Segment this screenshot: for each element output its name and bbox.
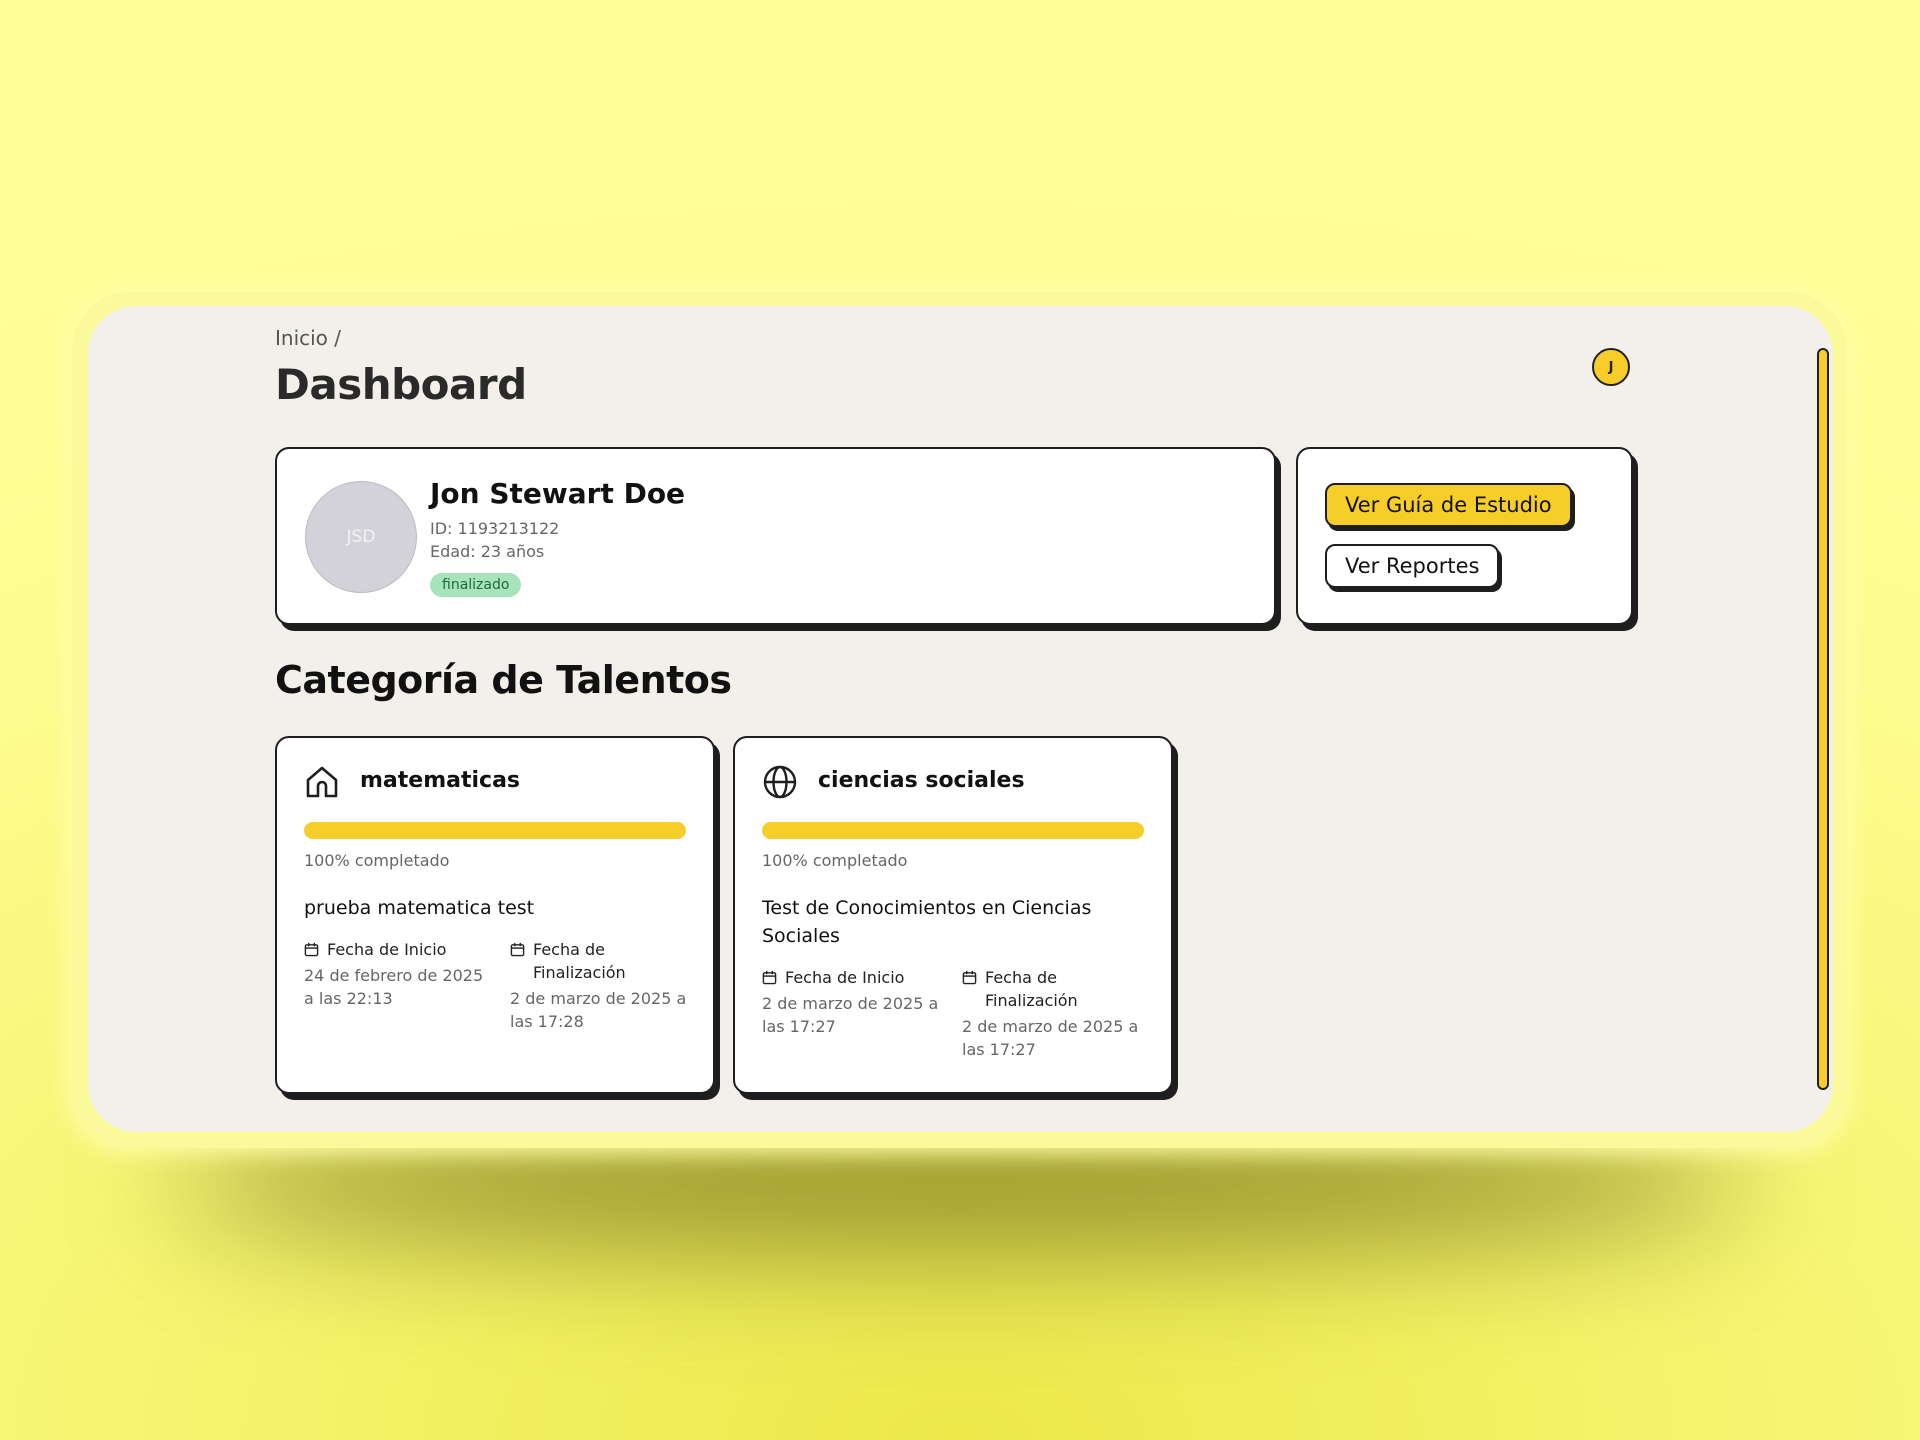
end-date-value: 2 de marzo de 2025 a las 17:28 <box>510 989 687 1031</box>
start-date: Fecha de Inicio 2 de marzo de 2025 a las… <box>762 966 942 1038</box>
section-title: Categoría de Talentos <box>275 658 732 702</box>
progress-text: 100% completado <box>762 851 908 870</box>
globe-icon <box>763 765 797 799</box>
start-date-label: Fecha de Inicio <box>785 968 905 987</box>
test-name: Test de Conocimientos en Ciencias Social… <box>762 897 1092 947</box>
talent-name: ciencias sociales <box>818 768 1025 793</box>
calendar-icon <box>762 970 777 985</box>
end-date-label: Fecha de Finalización <box>533 940 626 982</box>
end-date: Fecha de Finalización 2 de marzo de 2025… <box>962 966 1142 1061</box>
breadcrumb[interactable]: Inicio / <box>275 326 341 350</box>
view-reports-button[interactable]: Ver Reportes <box>1325 544 1500 588</box>
home-icon <box>306 766 338 798</box>
actions-card: Ver Guía de Estudio Ver Reportes <box>1296 447 1633 625</box>
test-name: prueba matematica test <box>304 897 535 919</box>
talent-name: matematicas <box>360 768 521 793</box>
progress-bar <box>762 822 1144 839</box>
scrollbar[interactable] <box>1817 348 1829 1090</box>
end-date: Fecha de Finalización 2 de marzo de 2025… <box>510 938 690 1033</box>
end-date-value: 2 de marzo de 2025 a las 17:27 <box>962 1017 1139 1059</box>
page-title: Dashboard <box>275 360 527 409</box>
calendar-icon <box>962 970 977 985</box>
talent-card-ciencias-sociales[interactable]: ciencias sociales 100% completado Test d… <box>733 736 1173 1094</box>
profile-id: ID: 1193213122 <box>430 519 560 538</box>
talent-card-matematicas[interactable]: matematicas 100% completado prueba matem… <box>275 736 715 1094</box>
start-date-value: 2 de marzo de 2025 a las 17:27 <box>762 994 939 1036</box>
profile-age: Edad: 23 años <box>430 542 545 561</box>
start-date: Fecha de Inicio 24 de febrero de 2025 a … <box>304 938 484 1010</box>
calendar-icon <box>510 942 525 957</box>
view-study-guide-button[interactable]: Ver Guía de Estudio <box>1325 483 1572 527</box>
progress-fill <box>304 822 686 839</box>
profile-avatar: JSD <box>305 481 417 593</box>
start-date-label: Fecha de Inicio <box>327 940 447 959</box>
progress-text: 100% completado <box>304 851 450 870</box>
progress-fill <box>762 822 1144 839</box>
progress-bar <box>304 822 686 839</box>
calendar-icon <box>304 942 319 957</box>
status-badge: finalizado <box>430 573 522 597</box>
profile-name: Jon Stewart Doe <box>430 477 686 510</box>
app-window: Inicio / Dashboard J JSD Jon Stewart Doe… <box>88 306 1833 1132</box>
user-avatar[interactable]: J <box>1592 348 1630 386</box>
start-date-value: 24 de febrero de 2025 a las 22:13 <box>304 966 484 1008</box>
end-date-label: Fecha de Finalización <box>985 968 1078 1010</box>
profile-card: JSD Jon Stewart Doe ID: 1193213122 Edad:… <box>275 447 1276 625</box>
